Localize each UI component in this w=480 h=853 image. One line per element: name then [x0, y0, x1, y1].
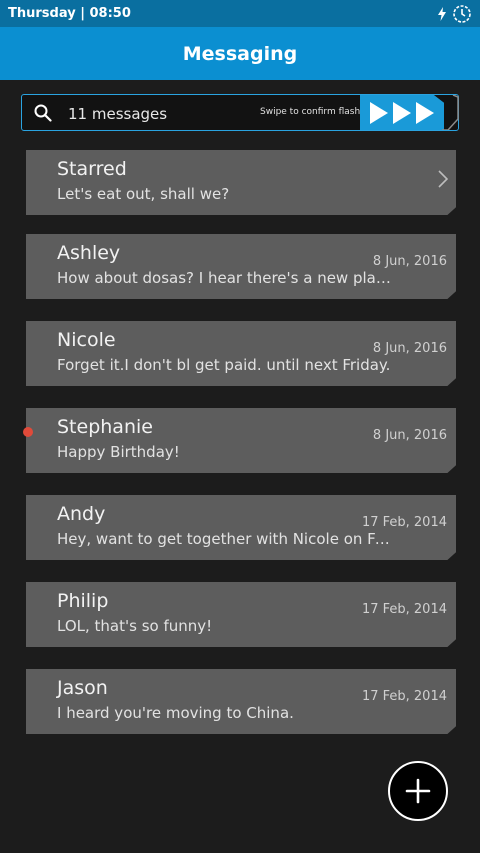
unread-indicator — [23, 427, 33, 437]
list-item[interactable]: Andy Hey, want to get together with Nico… — [26, 495, 456, 560]
message-preview: Let's eat out, shall we? — [57, 185, 230, 203]
list-item-starred[interactable]: Starred Let's eat out, shall we? — [26, 150, 456, 215]
message-sender: Jason — [57, 677, 108, 699]
message-date: 17 Feb, 2014 — [361, 689, 447, 704]
list-item[interactable]: Ashley How about dosas? I hear there's a… — [26, 234, 456, 299]
message-date: 17 Feb, 2014 — [361, 515, 447, 530]
message-preview: I heard you're moving to China. — [57, 704, 294, 722]
message-date: 17 Feb, 2014 — [361, 602, 447, 617]
message-preview: How about dosas? I hear there's a new pl… — [57, 269, 393, 287]
message-count: 11 messages — [68, 105, 168, 123]
search-bar[interactable]: 11 messages Swipe to confirm flash — [21, 94, 459, 131]
message-date: 8 Jun, 2016 — [372, 254, 447, 269]
page-title: Messaging — [182, 42, 298, 65]
message-sender: Nicole — [57, 329, 116, 351]
chevron-right-icon — [438, 170, 448, 188]
clock-sync-icon — [453, 4, 471, 23]
list-item[interactable]: Nicole Forget it.I don't bl get paid. un… — [26, 321, 456, 386]
status-time: Thursday | 08:50 — [8, 6, 131, 21]
message-sender: Philip — [57, 590, 109, 612]
swipe-hint: Swipe to confirm flash — [260, 107, 361, 117]
swipe-confirm-handle[interactable] — [360, 95, 444, 130]
app-bar: Messaging — [0, 27, 480, 80]
message-sender: Stephanie — [57, 416, 153, 438]
message-preview: Hey, want to get together with Nicole on… — [57, 530, 393, 548]
search-icon[interactable] — [34, 104, 52, 122]
message-preview: LOL, that's so funny! — [57, 617, 213, 635]
swipe-track-end — [442, 95, 459, 130]
status-bar: Thursday | 08:50 — [0, 0, 480, 27]
list-item[interactable]: Philip LOL, that's so funny! 17 Feb, 201… — [26, 582, 456, 647]
message-date: 8 Jun, 2016 — [372, 428, 447, 443]
message-sender: Starred — [57, 158, 127, 180]
triple-arrow-icon — [370, 102, 434, 124]
flash-icon — [438, 6, 446, 21]
message-date: 8 Jun, 2016 — [372, 341, 447, 356]
message-sender: Andy — [57, 503, 106, 525]
list-item[interactable]: Jason I heard you're moving to China. 17… — [26, 669, 456, 734]
new-message-button[interactable] — [388, 761, 448, 821]
message-sender: Ashley — [57, 242, 121, 264]
message-preview: Forget it.I don't bl get paid. until nex… — [57, 356, 391, 374]
list-item[interactable]: Stephanie Happy Birthday! 8 Jun, 2016 — [26, 408, 456, 473]
plus-icon — [405, 778, 431, 804]
message-preview: Happy Birthday! — [57, 443, 180, 461]
status-icons — [438, 4, 472, 24]
